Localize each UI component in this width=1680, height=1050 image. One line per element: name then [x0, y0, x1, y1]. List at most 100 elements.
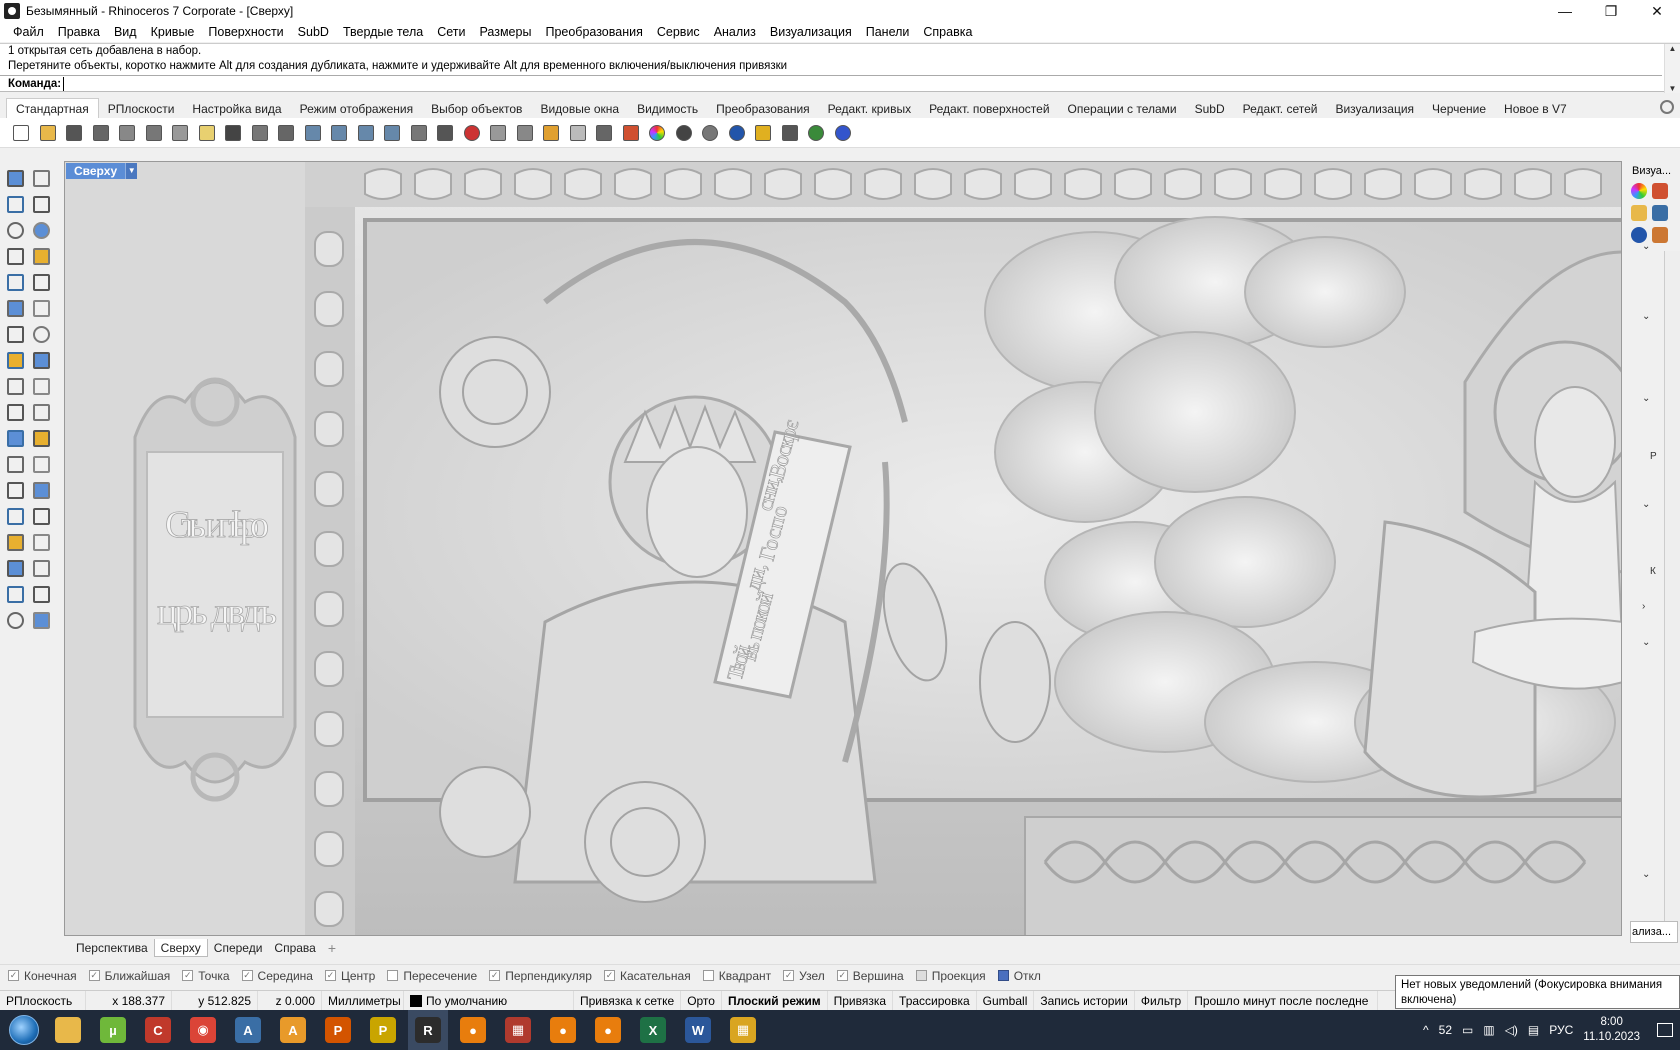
viewport-name[interactable]: Сверху — [66, 163, 126, 179]
chevron-down-icon[interactable]: ⌄ — [1642, 393, 1650, 404]
align-icon[interactable] — [30, 505, 52, 527]
osnap-checkbox[interactable]: ✓ — [241, 970, 253, 981]
copy-icon[interactable] — [169, 122, 191, 144]
four-viewports-icon[interactable] — [434, 122, 456, 144]
osnap-checkbox[interactable] — [915, 970, 927, 981]
status-layer[interactable]: По умолчанию — [404, 990, 574, 1011]
menu-help[interactable]: Справка — [916, 25, 979, 39]
grid-snap-icon[interactable] — [487, 122, 509, 144]
notifications-icon[interactable] — [1650, 1010, 1680, 1050]
menu-solids[interactable]: Твердые тела — [336, 25, 430, 39]
select-arrow-icon[interactable] — [4, 167, 26, 189]
color-wheel-icon[interactable] — [646, 122, 668, 144]
brush-icon[interactable] — [1652, 227, 1668, 243]
panel-tab-render[interactable]: ализа... — [1630, 921, 1678, 943]
color-wheel-icon[interactable] — [1631, 183, 1647, 199]
tab-standard[interactable]: Стандартная — [6, 98, 99, 118]
rotate-view-icon[interactable] — [275, 122, 297, 144]
osnap-item[interactable]: Пересечение — [387, 969, 477, 983]
osnap-item[interactable]: ✓ Ближайшая — [88, 969, 170, 983]
osnap-checkbox[interactable]: ✓ — [8, 970, 19, 981]
cplane-icon[interactable] — [514, 122, 536, 144]
viewport-tab-top[interactable]: Сверху — [153, 939, 208, 957]
viewport-top[interactable]: Стыи пѣро црь двдъ Воскрє сни, Госпо ди,… — [64, 161, 1622, 936]
status-filter[interactable]: Фильтр — [1135, 990, 1189, 1011]
explorer-icon[interactable] — [48, 1010, 88, 1050]
material-icon[interactable] — [30, 609, 52, 631]
scale-icon[interactable] — [30, 479, 52, 501]
ungroup-icon[interactable] — [30, 427, 52, 449]
status-record-history[interactable]: Запись истории — [1034, 990, 1135, 1011]
tab-display[interactable]: Режим отображения — [291, 100, 423, 118]
new-file-icon[interactable] — [10, 122, 32, 144]
undo-view-icon[interactable] — [408, 122, 430, 144]
chevron-down-icon[interactable]: ⌄ — [1642, 241, 1650, 252]
word-icon[interactable]: W — [678, 1010, 718, 1050]
folder-icon[interactable] — [1631, 205, 1647, 221]
tab-cplanes[interactable]: РПлоскости — [99, 100, 184, 118]
grid-array-icon[interactable] — [4, 557, 26, 579]
car-render-icon[interactable] — [461, 122, 483, 144]
extrude-icon[interactable] — [4, 349, 26, 371]
status-cplane[interactable]: РПлоскость — [0, 990, 86, 1011]
menu-transform[interactable]: Преобразования — [538, 25, 649, 39]
status-ortho[interactable]: Орто — [681, 990, 722, 1011]
menu-file[interactable]: Файл — [6, 25, 51, 39]
group-icon[interactable] — [4, 427, 26, 449]
tab-render-tools[interactable]: Визуализация — [1326, 100, 1423, 118]
ccleaner-icon[interactable]: C — [138, 1010, 178, 1050]
plane-icon[interactable] — [30, 349, 52, 371]
scroll-up-icon[interactable]: ▲ — [1669, 44, 1677, 53]
dimension-icon[interactable] — [779, 122, 801, 144]
app-p2-icon[interactable]: P — [363, 1010, 403, 1050]
circle-icon[interactable] — [4, 219, 26, 241]
osnap-checkbox[interactable]: ✓ — [88, 970, 100, 981]
app-p-icon[interactable]: P — [318, 1010, 358, 1050]
zoom-icon[interactable] — [302, 122, 324, 144]
status-units[interactable]: Миллиметры — [322, 990, 404, 1011]
keyboard-icon[interactable]: ▤ — [1528, 1023, 1539, 1037]
osnap-checkbox[interactable]: ✓ — [836, 970, 848, 981]
arc-icon[interactable] — [4, 271, 26, 293]
tab-curve-tools[interactable]: Редакт. кривых — [819, 100, 920, 118]
rendered-sphere-icon[interactable] — [699, 122, 721, 144]
tab-subd-tools[interactable]: SubD — [1186, 100, 1234, 118]
chevron-right-icon[interactable]: › — [1642, 601, 1645, 612]
osnap-checkbox[interactable]: ✓ — [603, 970, 615, 981]
menu-dimensions[interactable]: Размеры — [473, 25, 539, 39]
osnap-item[interactable]: ✓ Касательная — [603, 969, 691, 983]
status-smarttrack[interactable]: Трассировка — [893, 990, 977, 1011]
command-input[interactable] — [63, 77, 1564, 91]
layers-icon[interactable] — [1652, 183, 1668, 199]
chevron-down-icon[interactable]: ⌄ — [1642, 499, 1650, 510]
osnap-checkbox[interactable]: ✓ — [182, 970, 194, 981]
block-icon[interactable] — [4, 531, 26, 553]
command-scrollbar[interactable]: ▲ ▼ — [1664, 44, 1680, 93]
tab-viewport-layout[interactable]: Видовые окна — [531, 100, 628, 118]
tray-expand-icon[interactable]: ^ — [1423, 1023, 1429, 1037]
close-button[interactable]: ✕ — [1634, 0, 1680, 22]
osnap-checkbox[interactable] — [702, 970, 714, 981]
arrow-icon[interactable] — [30, 375, 52, 397]
osnap-item[interactable]: ✓ Узел — [783, 969, 825, 983]
tab-drafting[interactable]: Черчение — [1423, 100, 1495, 118]
tab-set-view[interactable]: Настройка вида — [183, 100, 290, 118]
light-bulb-icon[interactable] — [567, 122, 589, 144]
rhino-icon[interactable]: R — [408, 1010, 448, 1050]
scroll-down-icon[interactable]: ▼ — [1669, 84, 1677, 93]
polygon-icon[interactable] — [4, 245, 26, 267]
menu-subd[interactable]: SubD — [291, 25, 336, 39]
menu-tools[interactable]: Сервис — [650, 25, 707, 39]
osnap-checkbox[interactable] — [387, 970, 399, 981]
menu-surfaces[interactable]: Поверхности — [201, 25, 290, 39]
polyline-icon[interactable] — [4, 193, 26, 215]
calendar-app-icon[interactable]: ▦ — [498, 1010, 538, 1050]
viewport-menu-dropdown[interactable]: ▼ — [125, 163, 138, 179]
box-edit-icon[interactable] — [4, 583, 26, 605]
paste-icon[interactable] — [196, 122, 218, 144]
osnap-checkbox[interactable]: ✓ — [324, 970, 336, 981]
osnap-item[interactable]: ✓ Точка — [182, 969, 230, 983]
osnap-item[interactable]: ✓ Центр — [324, 969, 375, 983]
surface-icon[interactable] — [4, 297, 26, 319]
menu-panels[interactable]: Панели — [859, 25, 917, 39]
